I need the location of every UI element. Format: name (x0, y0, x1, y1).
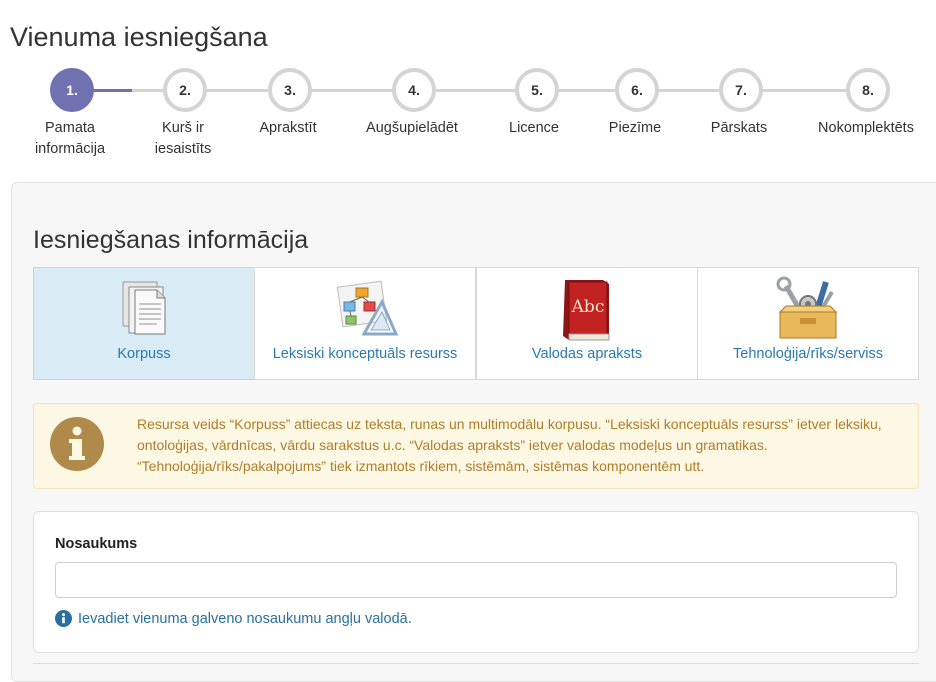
step-3-label: Aprakstīt (259, 120, 317, 136)
resource-type-lexical-conceptual[interactable]: Leksiski konceptuāls resurss (254, 267, 476, 380)
info-circle-icon (55, 610, 72, 627)
resource-type-label: Korpuss (117, 346, 171, 362)
documents-icon (111, 274, 177, 345)
resource-type-label: Valodas apraksts (531, 346, 643, 362)
title-form-group: Nosaukums Ievadiet vienuma galveno nosau… (33, 511, 919, 653)
toolbox-icon (772, 274, 844, 349)
resource-type-corpus[interactable]: Korpuss (33, 267, 255, 380)
info-alert-text: Resursa veids “Korpuss” attiecas uz teks… (137, 416, 882, 474)
step-4-circle[interactable]: 4. (392, 68, 436, 112)
svg-text:Abc: Abc (571, 297, 605, 317)
step-5-circle[interactable]: 5. (515, 68, 559, 112)
step-7-circle[interactable]: 7. (719, 68, 763, 112)
progress-stepper: 1. 2. 3. 4. 5. 6. 7. 8. Pamata informāci… (0, 0, 936, 170)
step-7-label: Pārskats (710, 120, 768, 136)
info-icon (50, 417, 104, 471)
title-field-label: Nosaukums (55, 536, 138, 552)
resource-type-label: Leksiski konceptuāls resurss (272, 346, 458, 362)
resource-type-technology-tool-service[interactable]: Tehnoloģija/rīks/serviss (697, 267, 919, 380)
step-3-circle[interactable]: 3. (268, 68, 312, 112)
step-8-circle[interactable]: 8. (846, 68, 890, 112)
step-6-circle[interactable]: 6. (615, 68, 659, 112)
concept-diagram-icon (330, 274, 400, 345)
step-6-label: Piezīme (608, 120, 662, 136)
resource-type-label: Tehnoloģija/rīks/serviss (733, 346, 883, 362)
step-1-label: Pamata informācija (34, 120, 106, 157)
step-4-label: Augšupielādēt (366, 120, 458, 136)
step-1-circle[interactable]: 1. (50, 68, 94, 112)
step-2-label: Kurš ir iesaistīts (154, 120, 212, 157)
resource-type-info-alert: Resursa veids “Korpuss” attiecas uz teks… (33, 403, 919, 489)
step-2-circle[interactable]: 2. (163, 68, 207, 112)
title-input[interactable] (55, 562, 897, 598)
resource-type-language-description[interactable]: Abc Valodas apraksts (476, 267, 698, 380)
title-help-text: Ievadiet vienuma galveno nosaukumu angļu… (78, 611, 412, 627)
section-title: Iesniegšanas informācija (33, 226, 309, 254)
abc-book-icon: Abc (555, 274, 619, 349)
step-8-label: Nokomplektēts (818, 120, 914, 136)
